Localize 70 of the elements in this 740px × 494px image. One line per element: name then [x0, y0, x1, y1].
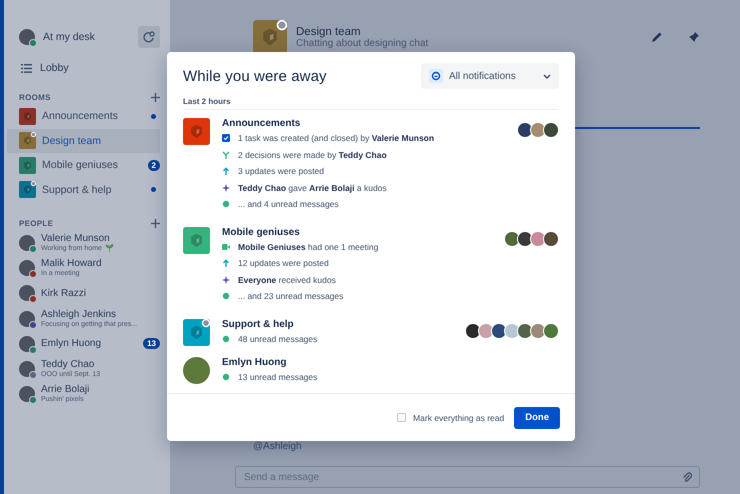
new-chat-icon[interactable]: [138, 26, 160, 48]
avatar: [19, 361, 35, 378]
activity-text: ... and 23 unread messages: [238, 291, 344, 302]
dot-icon: [222, 373, 230, 382]
group-title[interactable]: Announcements: [222, 118, 508, 130]
avatar: [19, 29, 35, 45]
arrow-up-icon: [222, 259, 230, 268]
done-button[interactable]: Done: [514, 406, 560, 428]
group-title[interactable]: Mobile geniuses: [222, 226, 495, 238]
status-label[interactable]: At my desk: [43, 31, 95, 43]
section-heading: PEOPLE: [19, 218, 54, 228]
avatar: [19, 310, 35, 327]
group-title[interactable]: Emlyn Huong: [222, 357, 547, 369]
activity-text: 48 unread messages: [238, 334, 318, 344]
paperclip-icon[interactable]: [682, 471, 692, 483]
fork-icon: [222, 150, 230, 159]
dot-icon: [222, 292, 230, 300]
person-name[interactable]: Arrie Bolaji: [41, 384, 90, 396]
group-title[interactable]: Support & help: [222, 318, 456, 330]
video-icon: [222, 244, 230, 250]
avatar: [19, 285, 35, 302]
dot-icon: [222, 334, 230, 343]
plus-icon[interactable]: [151, 92, 160, 102]
unread-count: 13: [143, 338, 160, 350]
person-name[interactable]: Valerie Munson: [41, 232, 114, 244]
checkbox-icon: [222, 134, 230, 142]
activity-text: 3 updates were posted: [238, 166, 324, 176]
dot-icon: [222, 200, 230, 208]
activity-text: ... and 4 unread messages: [238, 199, 339, 210]
room-item[interactable]: Support & help: [7, 178, 160, 202]
plus-icon[interactable]: [151, 218, 160, 228]
room-title: Design team: [296, 26, 362, 38]
activity-text: 1 task was created (and closed) by Valerie Munson: [238, 133, 434, 144]
room-topic: Chatting about designing chat: [296, 38, 430, 48]
unread-dot: [151, 187, 156, 192]
room-item[interactable]: Mobile geniuses 2: [7, 153, 160, 178]
message-input[interactable]: Send a message: [235, 466, 700, 488]
list-icon: [21, 64, 32, 72]
unread-count: 2: [148, 160, 160, 171]
pencil-icon[interactable]: [651, 31, 663, 43]
person-name[interactable]: Emlyn Huong: [41, 338, 102, 350]
person-name[interactable]: Kirk Razzi: [41, 288, 86, 299]
person-name[interactable]: Ashleigh Jenkins: [41, 308, 138, 320]
section-label: Last 2 hours: [183, 97, 559, 110]
avatar: [19, 336, 35, 352]
unread-dot: [151, 114, 156, 119]
avatar: [19, 234, 35, 251]
avatar: [19, 260, 35, 276]
sparkle-icon: [222, 184, 230, 192]
dialog-title: While you were away: [183, 68, 327, 84]
activity-text: Mobile Geniuses had one 1 meeting: [238, 242, 378, 252]
checkbox-label[interactable]: Mark everything as read: [413, 412, 504, 422]
room-item[interactable]: Design team: [7, 128, 160, 153]
activity-text: 13 unread messages: [238, 372, 318, 382]
message-text: @Ashleigh: [253, 441, 303, 452]
person-name[interactable]: Malik Howard: [41, 258, 102, 269]
chevron-down-icon: [543, 74, 551, 78]
person-name[interactable]: Teddy Chao: [41, 359, 100, 370]
arrow-up-icon: [222, 167, 230, 176]
avatar: [19, 386, 35, 402]
sparkle-icon: [222, 276, 230, 284]
activity-text: 12 updates were posted: [238, 258, 329, 268]
lobby-link[interactable]: Lobby: [40, 62, 69, 74]
section-heading: ROOMS: [19, 92, 51, 102]
activity-text: Teddy Chao gave Arrie Bolaji a kudos: [238, 182, 387, 193]
activity-text: 2 decisions were made by Teddy Chao: [238, 150, 387, 160]
checkbox[interactable]: [397, 413, 406, 422]
activity-text: Everyone received kudos: [238, 274, 336, 285]
room-item[interactable]: Announcements: [7, 104, 160, 128]
filter-dropdown[interactable]: All notifications: [421, 63, 559, 89]
